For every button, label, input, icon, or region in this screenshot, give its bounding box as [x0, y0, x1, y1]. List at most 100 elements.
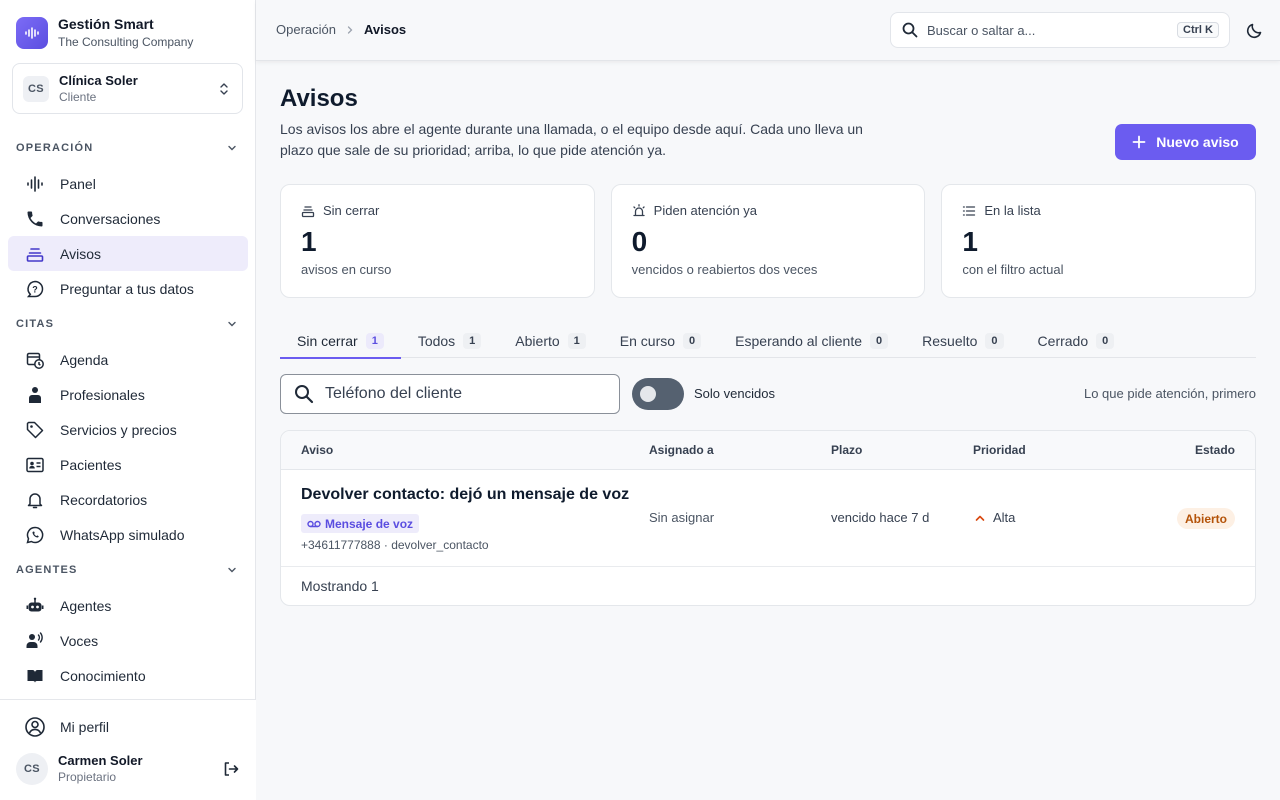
priority-label: Alta	[993, 510, 1016, 525]
person-icon	[24, 384, 46, 406]
sidebar-item-conocimiento[interactable]: Conocimiento	[8, 658, 248, 693]
robot-icon	[24, 595, 46, 617]
my-profile-link[interactable]: Mi perfil	[24, 716, 109, 738]
tag-icon	[24, 419, 46, 441]
new-notice-button[interactable]: Nuevo aviso	[1115, 124, 1256, 160]
notice-meta: +34611777888 · devolver_contacto	[301, 538, 489, 552]
tab-resuelto[interactable]: Resuelto 0	[905, 324, 1020, 358]
sidebar-item-profesionales[interactable]: Profesionales	[8, 377, 248, 412]
sidebar-item-agenda[interactable]: Agenda	[8, 342, 248, 377]
sidebar-item-preguntar[interactable]: ? Preguntar a tus datos	[8, 271, 248, 306]
tab-count: 1	[567, 333, 586, 349]
chevron-down-icon	[228, 321, 236, 327]
table-row[interactable]: Devolver contacto: dejó un mensaje de vo…	[281, 470, 1255, 567]
user-circle-icon	[25, 717, 45, 737]
tab-label: Todos	[417, 333, 456, 349]
sidebar-item-voces[interactable]: Voces	[8, 623, 248, 658]
status-badge: Abierto	[1177, 508, 1235, 529]
siren-icon	[633, 203, 645, 216]
table-footer: Mostrando 1	[301, 578, 379, 594]
tab-count: 0	[1096, 333, 1115, 349]
sort-order-label[interactable]: Lo que pide atención, primero	[1084, 386, 1256, 401]
column-header-notice[interactable]: Aviso	[301, 443, 333, 457]
search-icon	[902, 22, 918, 38]
my-profile-label: Mi perfil	[60, 719, 110, 735]
book-icon	[24, 665, 46, 687]
page-description: Los avisos los abre el agente durante un…	[280, 121, 863, 158]
sidebar-item-avisos[interactable]: Avisos	[8, 236, 248, 271]
moon-icon[interactable]	[1246, 21, 1264, 39]
section-title: AGENTES	[16, 564, 78, 576]
tab-cerrado[interactable]: Cerrado 0	[1021, 324, 1132, 358]
brand-logo-icon	[16, 17, 48, 49]
status-tabs: Sin cerrar 1 Todos 1 Abierto 1 En curso 0 Es…	[280, 324, 1256, 359]
sidebar-item-agentes[interactable]: Agentes	[8, 588, 248, 623]
table-header: Aviso Asignado a Plazo Prioridad Estado	[281, 431, 1255, 470]
section-citas[interactable]: CITAS	[0, 306, 256, 342]
stat-value: 0	[631, 226, 648, 257]
sidebar-item-recordatorios[interactable]: Recordatorios	[8, 482, 248, 517]
sidebar-footer: Mi perfil CS Carmen Soler Propietario	[0, 699, 256, 800]
column-header-status[interactable]: Estado	[1195, 443, 1235, 457]
svg-text:?: ?	[32, 284, 38, 294]
stat-label: Piden atención ya	[653, 203, 758, 218]
chevron-down-icon	[228, 145, 236, 151]
notice-title[interactable]: Devolver contacto: dejó un mensaje de vo…	[301, 486, 629, 504]
overdue-only-label: Solo vencidos	[694, 386, 775, 401]
topbar: Operación Avisos Buscar o saltar a... Ct…	[256, 0, 1280, 61]
sidebar-item-label: WhatsApp simulado	[60, 526, 185, 543]
tab-label: Resuelto	[922, 333, 978, 349]
tab-label: Sin cerrar	[297, 333, 358, 349]
sidebar-item-label: Panel	[60, 175, 96, 192]
tenant-switcher[interactable]: CS Clínica Soler Cliente	[12, 63, 243, 114]
search-placeholder: Buscar o saltar a...	[927, 22, 1036, 38]
chevron-down-icon	[228, 567, 236, 573]
tab-label: Esperando al cliente	[735, 333, 863, 349]
logout-icon[interactable]	[222, 760, 240, 778]
breadcrumb-parent[interactable]: Operación	[276, 22, 336, 37]
tab-abierto[interactable]: Abierto 1	[498, 324, 602, 358]
tab-esperando-cliente[interactable]: Esperando al cliente 0	[718, 324, 905, 358]
search-icon	[295, 385, 314, 404]
column-header-priority[interactable]: Prioridad	[973, 443, 1026, 457]
priority: Alta	[975, 510, 1015, 525]
overdue-only-toggle[interactable]	[632, 378, 684, 410]
avatar: CS	[16, 753, 48, 785]
sidebar-item-label: Conversaciones	[60, 210, 161, 227]
tab-count: 1	[463, 333, 482, 349]
sidebar-item-whatsapp[interactable]: WhatsApp simulado	[8, 517, 248, 552]
sidebar-item-panel[interactable]: Panel	[8, 166, 248, 201]
phone-icon	[24, 208, 46, 230]
sidebar-item-conversaciones[interactable]: Conversaciones	[8, 201, 248, 236]
column-header-due[interactable]: Plazo	[831, 443, 862, 457]
stat-caption: avisos en curso	[301, 262, 392, 277]
global-search[interactable]: Buscar o saltar a... Ctrl K	[890, 12, 1230, 48]
stat-caption: vencidos o reabiertos dos veces	[631, 262, 818, 277]
tab-count: 0	[683, 333, 702, 349]
current-user: CS Carmen Soler Propietario	[16, 753, 240, 785]
list-icon	[963, 205, 976, 216]
tab-label: En curso	[619, 333, 676, 349]
column-header-assigned[interactable]: Asignado a	[649, 443, 714, 457]
inbox-icon	[301, 205, 315, 217]
sidebar-item-pacientes[interactable]: Pacientes	[8, 447, 248, 482]
brand-name: Gestión Smart	[58, 16, 154, 32]
due-status: vencido hace 7 d	[831, 510, 930, 525]
calendar-clock-icon	[24, 349, 46, 371]
sidebar-item-label: Agentes	[60, 597, 112, 614]
sidebar-item-label: Servicios y precios	[60, 421, 177, 438]
tab-todos[interactable]: Todos 1	[401, 324, 498, 358]
brand[interactable]: Gestión Smart The Consulting Company	[16, 16, 193, 50]
voice-icon	[24, 630, 46, 652]
tab-sin-cerrar[interactable]: Sin cerrar 1	[280, 324, 401, 359]
phone-search-field[interactable]	[280, 374, 620, 414]
channel-badge: Mensaje de voz	[301, 514, 420, 533]
section-agentes[interactable]: AGENTES	[0, 552, 256, 588]
queue-icon	[24, 243, 46, 265]
voicemail-icon	[307, 520, 321, 527]
tab-en-curso[interactable]: En curso 0	[603, 324, 718, 358]
shortcut-hint: Ctrl K	[1177, 22, 1219, 38]
section-operacion[interactable]: OPERACIÓN	[0, 130, 256, 166]
sidebar-item-servicios[interactable]: Servicios y precios	[8, 412, 248, 447]
phone-search-input[interactable]	[325, 385, 605, 403]
